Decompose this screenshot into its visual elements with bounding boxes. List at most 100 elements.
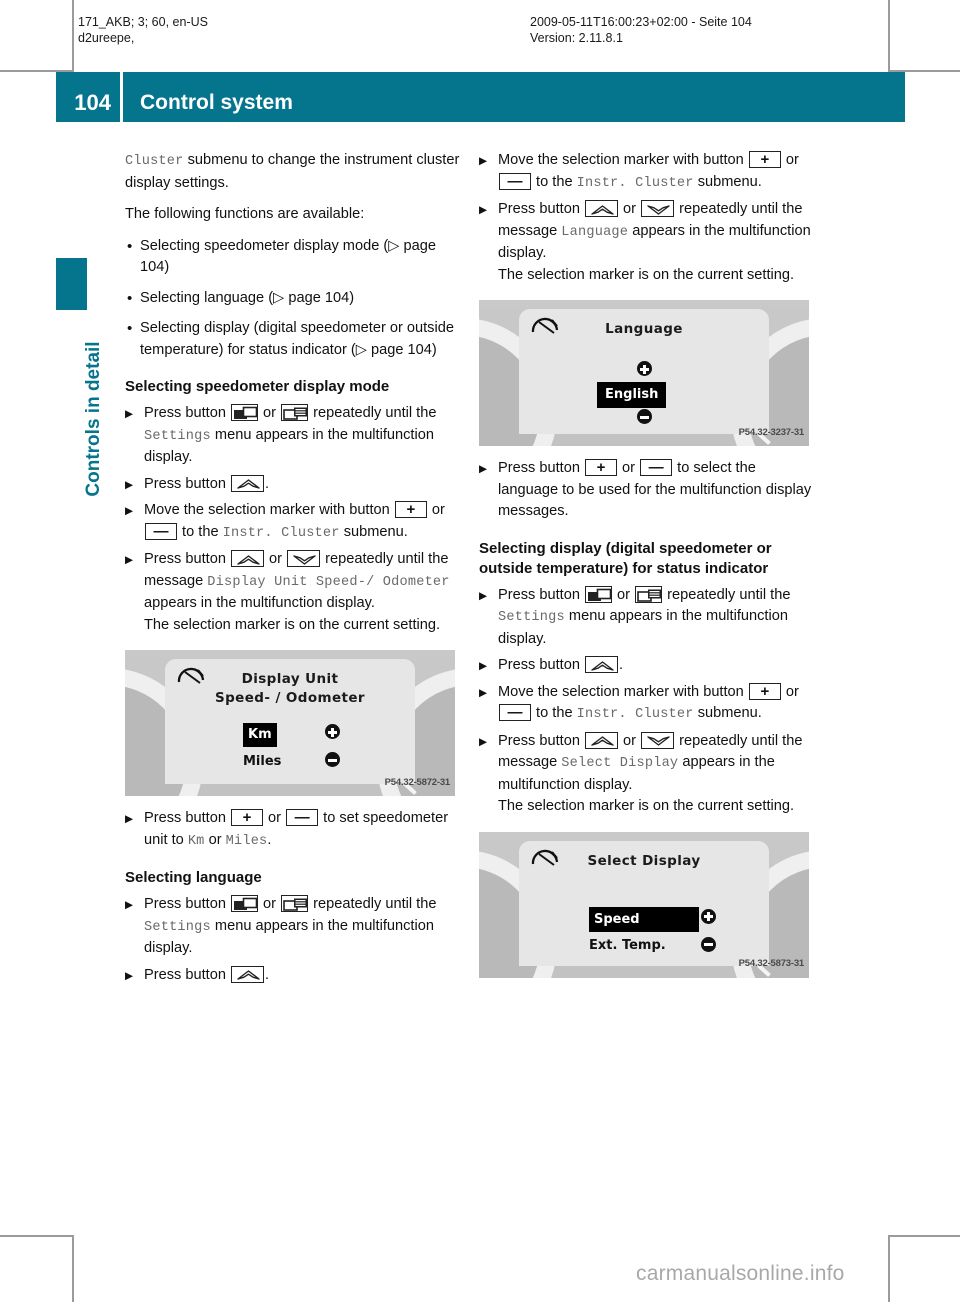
step-text: or — [264, 810, 286, 826]
panel-left-button-icon — [231, 404, 258, 421]
plus-button-icon: + — [394, 501, 427, 518]
screen-subtitle: Speed- / Odometer — [214, 690, 365, 706]
minus-button-icon: — — [499, 172, 531, 190]
list-item: • Selecting display (digital speedometer… — [125, 318, 462, 361]
arrow-bullet-icon: ▶ — [125, 554, 134, 566]
figure-select-display: 0 Select Display Speed Ext. Temp. P54.32… — [479, 831, 809, 978]
intro-line2: The following functions are available: — [125, 206, 365, 222]
step-note: The selection marker is on the current s… — [144, 616, 441, 633]
arrow-bullet-icon: ▶ — [479, 204, 488, 216]
arrow-up-button-icon — [585, 656, 618, 673]
minus-glyph: — — [294, 809, 310, 826]
step-text: Press button — [144, 810, 230, 826]
step-text: Move the selection marker with button — [144, 502, 394, 518]
screen-option-selected: Km — [243, 723, 277, 747]
screen-minus-icon — [637, 409, 652, 424]
step-text: or — [259, 405, 281, 421]
minus-button-icon: — — [640, 459, 673, 476]
figure-caption: P54.32-5873-31 — [738, 958, 805, 969]
step-text: Press button — [144, 475, 230, 492]
step-note: The selection marker is on the current s… — [498, 798, 795, 814]
plus-glyph: + — [596, 459, 606, 476]
page-title-block: Control system — [123, 72, 905, 122]
screen-plus-icon — [701, 908, 716, 924]
steps-language-right: ▶ Move the selection marker with button … — [479, 150, 816, 286]
step-text: Press button — [144, 896, 230, 912]
plus-button-icon: + — [748, 682, 781, 700]
screen-title: Language — [605, 321, 683, 337]
screen-option-selected: Speed — [589, 906, 699, 932]
page-banner: 104 Control system — [56, 72, 905, 122]
plus-button-icon: + — [585, 459, 617, 476]
step-text: . — [267, 831, 272, 848]
list-item: • Selecting language (▷ page 104) — [125, 288, 462, 310]
manual-page: 171_AKB; 3; 60, en-US d2ureepe, 2009-05-… — [0, 0, 960, 1302]
step-text: submenu. — [693, 173, 762, 190]
arrow-up-button-icon — [585, 731, 618, 749]
panel-left-button-icon — [585, 585, 612, 603]
section-heading-language: Selecting language — [125, 869, 262, 886]
step-text: Press button — [144, 405, 230, 421]
left-column: Cluster submenu to change the instrument… — [125, 150, 462, 991]
menu-name-instr-cluster: Instr. Cluster — [576, 175, 694, 191]
list-item: ▶ Press button or repeatedly until the m… — [479, 731, 816, 818]
arrow-down-button-icon — [287, 550, 321, 567]
multifunction-display-screen: Display Unit Speed- / Odometer Km Miles — [165, 659, 415, 784]
steps-select-language: ▶ Press button + or — to select the lang… — [479, 458, 816, 523]
page-title: Control system — [140, 91, 293, 114]
menu-name-instr-cluster: Instr. Cluster — [576, 707, 694, 722]
arrow-bullet-icon: ▶ — [125, 505, 134, 517]
step-text: or — [619, 201, 641, 217]
list-item: ▶ Press button . — [125, 474, 462, 496]
step-text: or — [204, 831, 226, 848]
list-item: • Selecting speedometer display mode (▷ … — [125, 236, 462, 279]
step-text: or — [427, 502, 445, 518]
site-watermark: carmanualsonline.info — [636, 1262, 845, 1285]
step-text: Press button — [144, 551, 230, 567]
step-text: repeatedly until the — [663, 586, 791, 603]
crop-mark-bottom-left-horizontal — [0, 1235, 72, 1237]
crop-mark-top-right-vertical — [888, 0, 890, 72]
step-text: . — [265, 475, 270, 492]
list-item: ▶ Move the selection marker with button … — [479, 150, 816, 194]
minus-glyph: — — [507, 172, 523, 190]
steps-language-left: ▶ Press button or repeatedly until the S… — [125, 894, 462, 986]
plus-button-icon: + — [748, 151, 781, 168]
arrow-bullet-icon: ▶ — [479, 735, 488, 748]
step-text: or — [781, 683, 799, 700]
document-meta-left: 171_AKB; 3; 60, en-US d2ureepe, — [78, 14, 208, 46]
heading-line-2: outside temperature) for status indicato… — [479, 559, 769, 577]
step-text: repeatedly until the — [309, 405, 437, 421]
list-item: ▶ Press button . — [479, 655, 816, 677]
screen-option: Ext. Temp. — [589, 937, 666, 953]
figure-display-unit: 0 Display Unit Speed- / Odometer Km Mile… — [125, 650, 455, 796]
panel-right-button-icon — [281, 404, 309, 421]
document-timestamp: 2009-05-11T16:00:23+02:00 - Seite 104 — [530, 15, 752, 29]
list-item: ▶ Move the selection marker with button … — [125, 500, 462, 544]
plus-glyph: + — [760, 682, 770, 700]
step-text: or — [613, 586, 635, 603]
list-item: ▶ Press button or repeatedly until the S… — [125, 894, 462, 960]
steps-speedometer: ▶ Press button or repeatedly until the S… — [125, 403, 462, 636]
intro-mono-term: Cluster — [125, 154, 184, 169]
screen-minus-icon — [325, 752, 340, 767]
step-text: Press button — [498, 586, 584, 603]
arrow-down-button-icon — [641, 200, 675, 217]
page-number: 104 — [74, 90, 111, 115]
page-number-block: 104 — [56, 72, 120, 122]
step-text: Press button — [144, 966, 230, 983]
step-note: The selection marker is on the current s… — [498, 266, 795, 283]
unit-km: Km — [187, 833, 205, 849]
unit-miles: Miles — [225, 833, 268, 849]
step-text: to the — [532, 173, 577, 190]
arrow-up-button-icon — [231, 474, 264, 492]
panel-right-button-icon — [281, 895, 309, 912]
step-text: submenu. — [693, 705, 762, 721]
plus-glyph: + — [242, 809, 252, 826]
bullet-text: Selecting language (▷ page 104) — [140, 289, 355, 306]
menu-name-settings: Settings — [498, 610, 565, 625]
list-item: ▶ Press button + or — to select the lang… — [479, 458, 816, 523]
menu-name-settings: Settings — [144, 919, 211, 935]
step-text: Press button — [498, 201, 584, 217]
arrow-bullet-icon: ▶ — [479, 463, 488, 475]
